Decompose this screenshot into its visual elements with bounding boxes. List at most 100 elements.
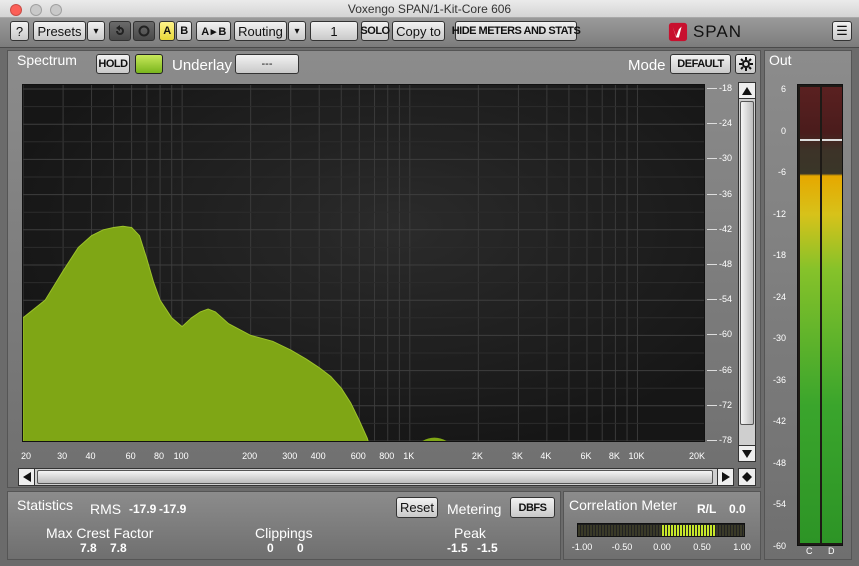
scroll-down-button[interactable]	[739, 445, 755, 461]
state-b-button[interactable]: B	[176, 21, 192, 41]
vertical-scroll-thumb[interactable]	[740, 101, 754, 425]
redo-icon	[138, 25, 150, 37]
scroll-up-button[interactable]	[739, 83, 755, 99]
presets-button[interactable]: Presets	[33, 21, 86, 41]
state-a-button[interactable]: A	[159, 21, 175, 41]
hide-meters-button[interactable]: HIDE METERS AND STATS	[452, 21, 581, 41]
horizontal-scroll-thumb[interactable]	[37, 470, 713, 484]
out-title: Out	[769, 52, 792, 68]
frequency-tick-label: 400	[310, 451, 326, 461]
voxengo-logo-icon	[668, 22, 688, 42]
frequency-tick-label: 600	[350, 451, 366, 461]
db-tick-mark	[707, 334, 717, 336]
frequency-tick-label: 2K	[471, 451, 483, 461]
db-tick-label: -66	[719, 364, 733, 375]
menu-button[interactable]: ☰	[832, 21, 852, 41]
settings-button[interactable]	[735, 54, 756, 74]
frequency-tick-label: 8K	[608, 451, 620, 461]
solo-button[interactable]: SOLO	[360, 21, 390, 41]
spectrum-graph[interactable]	[22, 84, 705, 442]
spectrum-plot	[23, 85, 704, 441]
crest-right-value: 7.8	[110, 541, 127, 555]
copy-a-to-b-button[interactable]: A ▸ B	[196, 21, 231, 41]
frequency-tick-label: 60	[125, 451, 136, 461]
db-tick-mark	[707, 299, 717, 301]
out-scale-label: -12	[772, 208, 786, 219]
zoom-reset-button[interactable]	[738, 468, 756, 486]
frequency-tick-label: 80	[154, 451, 165, 461]
scroll-left-button[interactable]	[19, 469, 35, 485]
frequency-tick-label: 20	[20, 451, 32, 461]
metering-selector[interactable]: DBFS	[510, 497, 555, 518]
db-tick-mark	[707, 404, 717, 406]
db-tick-mark	[707, 440, 717, 441]
frequency-tick-label: 4K	[540, 451, 552, 461]
redo-button[interactable]	[133, 21, 155, 41]
reset-button[interactable]: Reset	[396, 497, 438, 518]
diamond-icon	[742, 472, 752, 482]
correlation-scale-label: -1.00	[571, 542, 593, 552]
db-tick-label: -72	[719, 399, 733, 410]
db-axis: -18 -24 -30 -36 -42 -48 -54 -60 -66 -72 -78	[705, 83, 735, 445]
out-scale-label: -48	[772, 457, 786, 468]
rms-right-value: -17.9	[159, 502, 187, 516]
rl-value: 0.0	[729, 502, 746, 516]
db-tick-label: -48	[719, 259, 733, 269]
mode-selector[interactable]: DEFAULT	[670, 54, 731, 74]
underlay-selector[interactable]: ---	[235, 54, 299, 74]
rms-left-value: -17.9	[129, 502, 157, 516]
hold-indicator-button[interactable]	[135, 54, 163, 74]
underlay-label: Underlay	[172, 57, 233, 74]
db-tick-mark	[707, 369, 717, 371]
db-tick-label: -18	[719, 83, 733, 93]
undo-icon	[116, 25, 124, 35]
scroll-right-button[interactable]	[717, 469, 733, 485]
correlation-scale-label: 0.50	[693, 542, 711, 552]
metering-label: Metering	[447, 501, 502, 517]
frequency-tick-label: 30	[57, 451, 68, 461]
out-scale-label: -6	[777, 167, 786, 177]
peak-right-value: -1.5	[477, 541, 498, 555]
db-tick-mark	[707, 228, 717, 230]
out-meter-channel-left	[800, 87, 820, 543]
frequency-tick-label: 300	[282, 451, 298, 461]
db-tick-mark	[707, 123, 717, 125]
help-button[interactable]: ?	[10, 21, 29, 41]
gear-icon	[738, 57, 753, 71]
channel-label-right: D	[828, 546, 835, 556]
db-tick-mark	[707, 88, 717, 89]
hold-button[interactable]: HOLD	[96, 54, 130, 74]
frequency-tick-label: 3K	[511, 451, 523, 461]
correlation-scale-label: 1.00	[733, 542, 751, 552]
frequency-tick-label: 10K	[628, 451, 645, 461]
db-tick-mark	[707, 193, 717, 195]
frequency-tick-label: 6K	[580, 451, 592, 461]
channel-selector[interactable]: 1	[310, 21, 358, 41]
routing-button[interactable]: Routing	[234, 21, 287, 41]
horizontal-scrollbar[interactable]	[18, 468, 734, 486]
statistics-title: Statistics	[17, 497, 74, 513]
out-scale-label: -54	[772, 499, 786, 509]
correlation-title: Correlation Meter	[569, 497, 678, 513]
window-title: Voxengo SPAN/1-Kit-Core 606	[347, 2, 512, 16]
spectrum-title: Spectrum	[17, 52, 77, 68]
routing-dropdown-button[interactable]: ▾	[288, 21, 306, 41]
out-meter	[797, 84, 843, 546]
out-scale-label: 0	[780, 125, 786, 136]
frequency-tick-label: 40	[85, 451, 96, 461]
undo-button[interactable]	[109, 21, 131, 41]
rms-label: RMS	[90, 501, 122, 517]
db-tick-mark	[707, 158, 717, 160]
arrow-right-icon	[721, 472, 730, 482]
db-tick-label: -60	[719, 329, 733, 340]
channel-label-left: C	[806, 546, 813, 556]
arrow-left-icon	[22, 472, 31, 482]
out-scale-label: -42	[772, 416, 786, 426]
db-tick-label: -42	[719, 223, 733, 234]
vertical-scrollbar[interactable]	[738, 82, 756, 462]
db-tick-label: -54	[719, 294, 733, 305]
out-scale-label: 6	[780, 84, 786, 94]
out-meter-channel-right	[822, 87, 842, 543]
copy-to-button[interactable]: Copy to	[392, 21, 445, 41]
presets-dropdown-button[interactable]: ▾	[87, 21, 105, 41]
